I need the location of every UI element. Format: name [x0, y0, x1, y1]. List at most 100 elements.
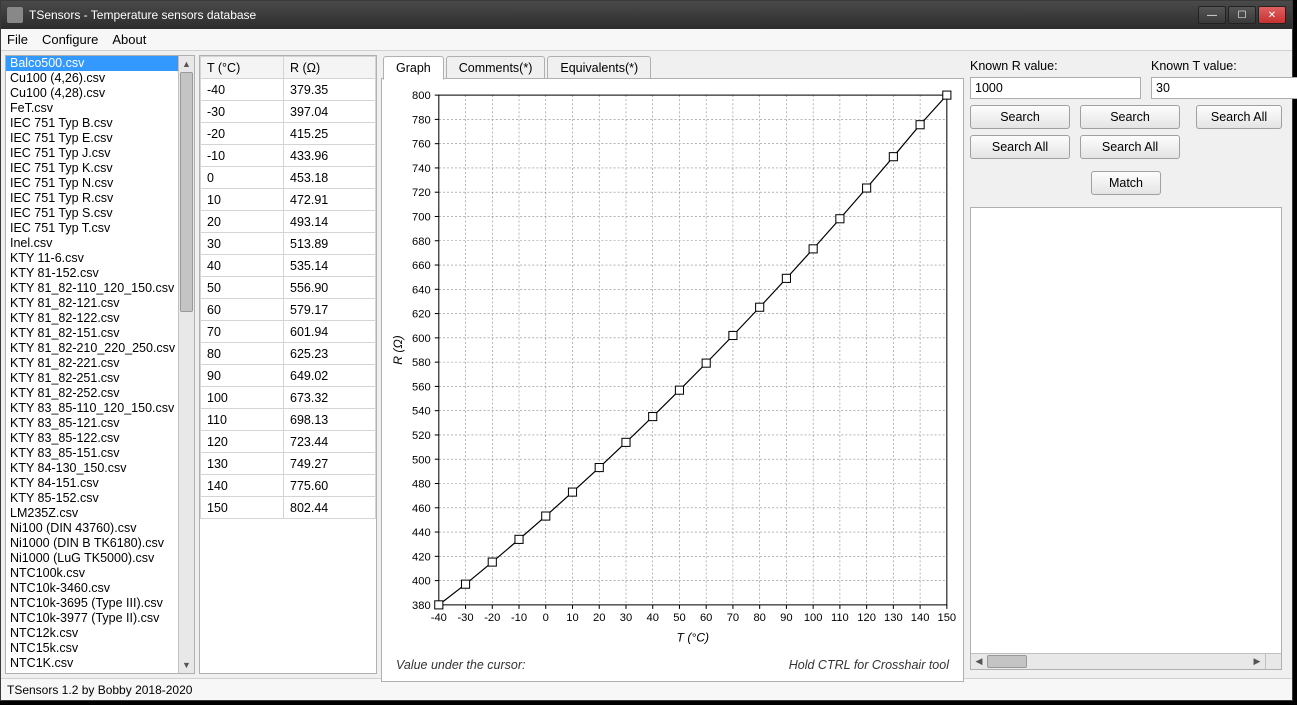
file-item[interactable]: KTY 81_82-210_220_250.csv — [6, 341, 178, 356]
table-row[interactable]: 30513.89 — [201, 233, 376, 255]
file-item[interactable]: Ni100 (DIN 43760).csv — [6, 521, 178, 536]
hscroll-left-icon[interactable]: ◀ — [971, 654, 987, 669]
table-row[interactable]: 80625.23 — [201, 343, 376, 365]
file-item[interactable]: KTY 11-6.csv — [6, 251, 178, 266]
file-item[interactable]: IEC 751 Typ E.csv — [6, 131, 178, 146]
chart-plot[interactable]: -40-30-20-100102030405060708090100110120… — [388, 85, 957, 651]
svg-text:50: 50 — [673, 612, 685, 624]
search-t-button[interactable]: Search — [1080, 105, 1180, 129]
tab-graph[interactable]: Graph — [383, 56, 444, 80]
col-header-t[interactable]: T (°C) — [201, 57, 284, 79]
file-list[interactable]: Balco500.csvCu100 (4,26).csvCu100 (4,28)… — [6, 56, 178, 673]
file-item[interactable]: KTY 83_85-122.csv — [6, 431, 178, 446]
known-r-input[interactable] — [970, 77, 1141, 99]
svg-text:0: 0 — [543, 612, 549, 624]
table-row[interactable]: 130749.27 — [201, 453, 376, 475]
menu-configure[interactable]: Configure — [42, 32, 98, 47]
hscroll-thumb[interactable] — [987, 655, 1027, 668]
file-item[interactable]: NTC12k.csv — [6, 626, 178, 641]
svg-text:740: 740 — [412, 163, 431, 175]
svg-text:540: 540 — [412, 406, 431, 418]
file-item[interactable]: KTY 83_85-110_120_150.csv — [6, 401, 178, 416]
hscroll-right-icon[interactable]: ▶ — [1249, 654, 1265, 669]
table-row[interactable]: 20493.14 — [201, 211, 376, 233]
cell-t: 90 — [201, 365, 284, 387]
file-item[interactable]: IEC 751 Typ S.csv — [6, 206, 178, 221]
known-t-input[interactable] — [1151, 77, 1297, 99]
table-row[interactable]: 40535.14 — [201, 255, 376, 277]
close-button[interactable]: ✕ — [1258, 6, 1286, 24]
search-all-t-button[interactable]: Search All — [1080, 135, 1180, 159]
table-row[interactable]: 60579.17 — [201, 299, 376, 321]
file-item[interactable]: KTY 85-152.csv — [6, 491, 178, 506]
col-header-r[interactable]: R (Ω) — [284, 57, 376, 79]
table-row[interactable]: -30397.04 — [201, 101, 376, 123]
file-item[interactable]: KTY 81_82-121.csv — [6, 296, 178, 311]
scroll-up-icon[interactable]: ▲ — [179, 56, 194, 72]
svg-text:40: 40 — [646, 612, 658, 624]
file-item[interactable]: IEC 751 Typ J.csv — [6, 146, 178, 161]
table-row[interactable]: -10433.96 — [201, 145, 376, 167]
file-item[interactable]: FeT.csv — [6, 101, 178, 116]
table-row[interactable]: 50556.90 — [201, 277, 376, 299]
table-row[interactable]: 140775.60 — [201, 475, 376, 497]
file-item[interactable]: Cu100 (4,28).csv — [6, 86, 178, 101]
table-row[interactable]: 110698.13 — [201, 409, 376, 431]
file-item[interactable]: Balco500.csv — [6, 56, 178, 71]
table-row[interactable]: 70601.94 — [201, 321, 376, 343]
cell-t: 120 — [201, 431, 284, 453]
results-hscrollbar[interactable]: ◀ ▶ — [971, 653, 1265, 669]
file-item[interactable]: IEC 751 Typ R.csv — [6, 191, 178, 206]
file-item[interactable]: KTY 83_85-151.csv — [6, 446, 178, 461]
app-icon — [7, 7, 23, 23]
scroll-thumb[interactable] — [180, 72, 193, 312]
file-item[interactable]: KTY 81_82-110_120_150.csv — [6, 281, 178, 296]
file-item[interactable]: KTY 81_82-252.csv — [6, 386, 178, 401]
svg-text:60: 60 — [700, 612, 712, 624]
file-item[interactable]: IEC 751 Typ K.csv — [6, 161, 178, 176]
tab-equivalents[interactable]: Equivalents(*) — [547, 56, 651, 80]
menu-file[interactable]: File — [7, 32, 28, 47]
file-list-scrollbar[interactable]: ▲ ▼ — [178, 56, 194, 673]
file-item[interactable]: KTY 81_82-122.csv — [6, 311, 178, 326]
file-item[interactable]: KTY 84-151.csv — [6, 476, 178, 491]
file-item[interactable]: KTY 81_82-221.csv — [6, 356, 178, 371]
file-item[interactable]: NTC15k.csv — [6, 641, 178, 656]
scroll-down-icon[interactable]: ▼ — [179, 657, 194, 673]
file-item[interactable]: Cu100 (4,26).csv — [6, 71, 178, 86]
tab-comments[interactable]: Comments(*) — [446, 56, 546, 80]
table-row[interactable]: -40379.35 — [201, 79, 376, 101]
menu-about[interactable]: About — [112, 32, 146, 47]
results-box[interactable]: ◀ ▶ — [970, 207, 1282, 670]
file-item[interactable]: IEC 751 Typ B.csv — [6, 116, 178, 131]
file-item[interactable]: KTY 84-130_150.csv — [6, 461, 178, 476]
file-item[interactable]: IEC 751 Typ N.csv — [6, 176, 178, 191]
file-item[interactable]: LM235Z.csv — [6, 506, 178, 521]
file-item[interactable]: NTC1K.csv — [6, 656, 178, 671]
file-item[interactable]: Ni1000 (LuG TK5000).csv — [6, 551, 178, 566]
search-r-button[interactable]: Search — [970, 105, 1070, 129]
table-row[interactable]: -20415.25 — [201, 123, 376, 145]
search-all-text-button[interactable]: Search All — [1196, 105, 1282, 129]
file-item[interactable]: NTC10k-3695 (Type III).csv — [6, 596, 178, 611]
file-item[interactable]: KTY 81-152.csv — [6, 266, 178, 281]
table-row[interactable]: 120723.44 — [201, 431, 376, 453]
match-button[interactable]: Match — [1091, 171, 1161, 195]
table-row[interactable]: 0453.18 — [201, 167, 376, 189]
file-item[interactable]: NTC10k-3460.csv — [6, 581, 178, 596]
maximize-button[interactable]: ☐ — [1228, 6, 1256, 24]
table-row[interactable]: 10472.91 — [201, 189, 376, 211]
file-item[interactable]: NTC100k.csv — [6, 566, 178, 581]
file-item[interactable]: Inel.csv — [6, 236, 178, 251]
minimize-button[interactable]: — — [1198, 6, 1226, 24]
table-row[interactable]: 150802.44 — [201, 497, 376, 519]
search-all-r-button[interactable]: Search All — [970, 135, 1070, 159]
table-row[interactable]: 100673.32 — [201, 387, 376, 409]
table-row[interactable]: 90649.02 — [201, 365, 376, 387]
file-item[interactable]: NTC10k-3977 (Type II).csv — [6, 611, 178, 626]
file-item[interactable]: Ni1000 (DIN B TK6180).csv — [6, 536, 178, 551]
file-item[interactable]: IEC 751 Typ T.csv — [6, 221, 178, 236]
file-item[interactable]: KTY 83_85-121.csv — [6, 416, 178, 431]
file-item[interactable]: KTY 81_82-251.csv — [6, 371, 178, 386]
file-item[interactable]: KTY 81_82-151.csv — [6, 326, 178, 341]
